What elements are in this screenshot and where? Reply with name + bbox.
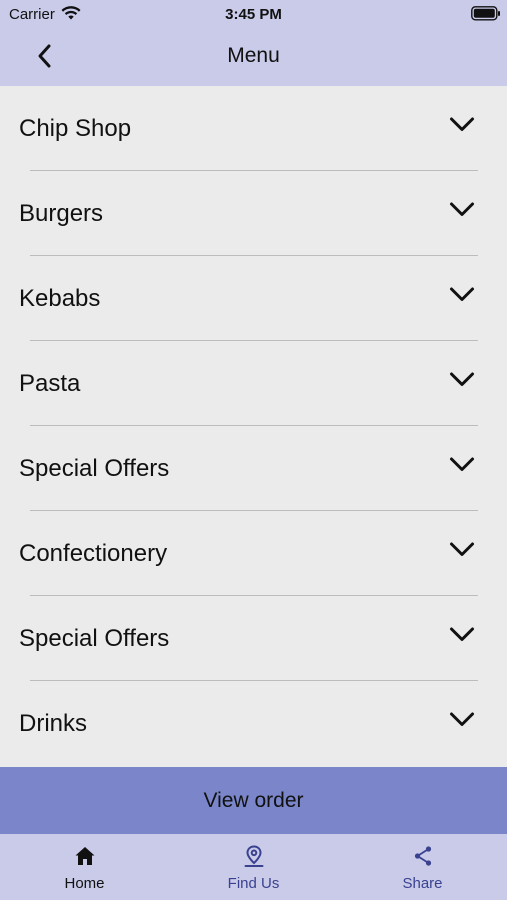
view-order-button[interactable]: View order	[0, 767, 507, 834]
chevron-down-icon[interactable]	[449, 541, 475, 559]
chevron-down-icon[interactable]	[449, 711, 475, 729]
menu-category-row[interactable]: Chip Shop	[0, 86, 507, 171]
menu-category-row[interactable]: Burgers	[0, 171, 507, 256]
tab-bar: Home Find Us Share	[0, 834, 507, 900]
menu-category-label: Chip Shop	[19, 115, 132, 142]
menu-category-row[interactable]: Confectionery	[0, 511, 507, 596]
tab-share[interactable]: Share	[338, 834, 507, 900]
menu-category-row[interactable]: Pasta	[0, 341, 507, 426]
chevron-down-icon[interactable]	[449, 116, 475, 134]
menu-category-label: Confectionery	[19, 540, 168, 567]
status-time: 3:45 PM	[225, 6, 282, 23]
menu-category-list: Chip Shop Burgers Kebabs Pasta Special Offer…	[0, 86, 507, 767]
chevron-down-icon[interactable]	[449, 371, 475, 389]
view-order-label: View order	[203, 788, 304, 812]
nav-bar: Menu	[0, 28, 507, 86]
menu-category-row[interactable]: Special Offers	[0, 426, 507, 511]
chevron-down-icon[interactable]	[449, 286, 475, 304]
menu-category-label: Special Offers	[19, 625, 170, 652]
menu-category-label: Pasta	[19, 370, 81, 397]
top-bar: Carrier 3:45 PM Menu	[0, 0, 507, 86]
home-icon	[75, 847, 94, 865]
tab-share-label: Share	[402, 875, 443, 892]
tab-home-label: Home	[64, 875, 105, 892]
menu-category-label: Kebabs	[19, 285, 101, 312]
status-bar: Carrier 3:45 PM	[0, 0, 507, 28]
menu-category-row[interactable]: Special Offers	[0, 596, 507, 681]
chevron-down-icon[interactable]	[449, 626, 475, 644]
battery-icon	[471, 6, 501, 21]
tab-home[interactable]: Home	[0, 834, 169, 900]
menu-category-label: Burgers	[19, 200, 104, 227]
menu-category-label: Special Offers	[19, 455, 170, 482]
menu-category-row[interactable]: Drinks	[0, 681, 507, 766]
tab-find-us-label: Find Us	[227, 875, 280, 892]
location-pin-icon	[244, 845, 263, 867]
share-icon	[414, 846, 431, 866]
menu-category-label: Drinks	[19, 710, 88, 737]
menu-category-row[interactable]: Kebabs	[0, 256, 507, 341]
chevron-down-icon[interactable]	[449, 201, 475, 219]
tab-find-us[interactable]: Find Us	[169, 834, 338, 900]
page-title: Menu	[227, 44, 280, 67]
chevron-down-icon[interactable]	[449, 456, 475, 474]
